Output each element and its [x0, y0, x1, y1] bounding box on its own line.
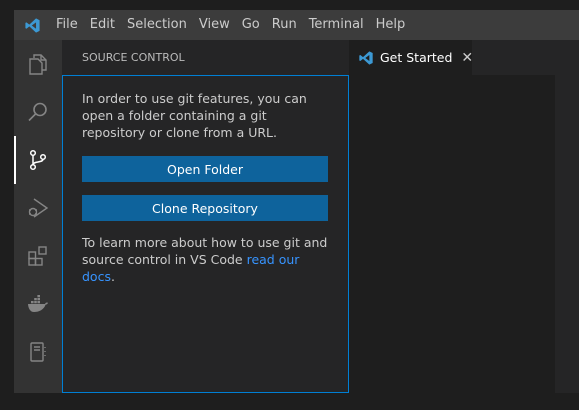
source-control-view: In order to use git features, you can op…: [62, 75, 349, 393]
menu-help[interactable]: Help: [370, 10, 412, 40]
menu-go[interactable]: Go: [236, 10, 266, 40]
panel-title: SOURCE CONTROL: [82, 51, 185, 64]
learn-more-period: .: [110, 269, 115, 284]
tab-label: Get Started: [380, 50, 453, 65]
tab-get-started[interactable]: Get Started ✕: [349, 40, 473, 75]
search-icon[interactable]: [14, 88, 62, 136]
open-folder-button[interactable]: Open Folder: [82, 156, 328, 182]
menu-terminal[interactable]: Terminal: [303, 10, 370, 40]
run-debug-icon[interactable]: [14, 184, 62, 232]
menu-file[interactable]: File: [50, 10, 84, 40]
intro-text: In order to use git features, you can op…: [82, 91, 307, 140]
editor-tab-bar: Get Started ✕: [349, 40, 555, 75]
menu-selection[interactable]: Selection: [121, 10, 193, 40]
extensions-icon[interactable]: [14, 232, 62, 280]
vscode-logo-icon: [14, 10, 50, 40]
menu-run[interactable]: Run: [266, 10, 303, 40]
clone-repository-button[interactable]: Clone Repository: [82, 195, 328, 221]
menu-edit[interactable]: Edit: [84, 10, 121, 40]
docker-icon[interactable]: [14, 280, 62, 328]
menu-view[interactable]: View: [193, 10, 236, 40]
title-bar: File Edit Selection View Go Run Terminal…: [14, 10, 579, 40]
vscode-tab-icon: [358, 50, 374, 66]
notebook-icon[interactable]: [14, 328, 62, 376]
explorer-icon[interactable]: [14, 40, 62, 88]
close-icon[interactable]: ✕: [461, 50, 473, 66]
activity-bar: [14, 40, 62, 393]
source-control-panel: SOURCE CONTROL In order to use git featu…: [62, 40, 349, 393]
editor-area: [349, 75, 555, 393]
editor-group-background: [555, 40, 579, 393]
learn-more-text: To learn more about how to use git and s…: [82, 234, 332, 285]
source-control-icon[interactable]: [14, 136, 62, 184]
